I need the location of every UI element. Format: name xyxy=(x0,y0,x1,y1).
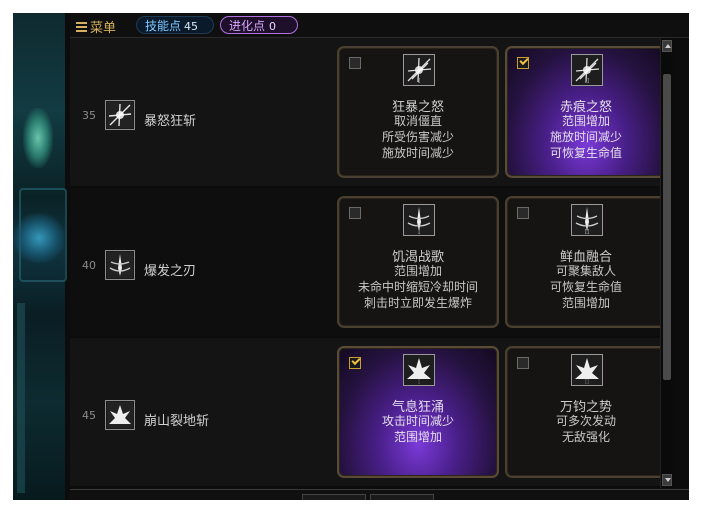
slash-burst-icon: I xyxy=(403,54,435,86)
hamburger-icon xyxy=(76,21,87,32)
evolution-effect: 可聚集敌人 xyxy=(555,264,616,278)
evolution-effect: 无敌强化 xyxy=(561,430,610,444)
skill-points-badge: 技能点 45 xyxy=(136,16,214,34)
skill-points-label: 技能点 xyxy=(145,19,182,33)
ground-smash-icon: II xyxy=(571,354,603,386)
ground-smash-icon: I xyxy=(403,354,435,386)
evolution-effect: 可恢复生命值 xyxy=(549,146,622,160)
blade-eruption-icon: II xyxy=(571,204,603,236)
evolution-checkbox-checked[interactable] xyxy=(349,357,361,369)
vertical-scrollbar[interactable] xyxy=(660,38,673,488)
skill-level: 45 xyxy=(82,409,96,422)
evolution-points-label: 进化点 xyxy=(229,19,266,33)
svg-text:I: I xyxy=(418,78,421,85)
evolution-card[interactable]: I 饥渴战歌 范围增加 未命中时缩短冷却时间 刺击时立即发生爆炸 xyxy=(337,196,499,328)
slash-burst-icon: II xyxy=(571,54,603,86)
evolution-checkbox[interactable] xyxy=(517,207,529,219)
evolution-effect: 刺击时立即发生爆炸 xyxy=(363,296,472,310)
top-bar: 菜单 技能点 45 进化点 0 xyxy=(70,13,689,38)
skill-name: 暴怒狂斩 xyxy=(144,114,197,129)
evolution-effect: 范围增加 xyxy=(393,430,442,444)
evolution-card-selected[interactable]: II 赤痕之怒 范围增加 施放时间减少 可恢复生命值 xyxy=(505,46,660,178)
svg-text:II: II xyxy=(585,379,590,385)
bottom-tab[interactable] xyxy=(302,494,366,500)
ground-smash-icon[interactable] xyxy=(105,400,135,430)
skill-level: 35 xyxy=(82,109,96,122)
evolution-card[interactable]: I 狂暴之怒 取消僵直 所受伤害减少 施放时间减少 xyxy=(337,46,499,178)
blade-eruption-icon: I xyxy=(403,204,435,236)
bottom-tab[interactable] xyxy=(370,494,434,500)
menu-label: 菜单 xyxy=(90,21,117,36)
evolution-effect: 范围增加 xyxy=(561,296,610,310)
evolution-effect: 可恢复生命值 xyxy=(549,280,622,294)
scroll-thumb[interactable] xyxy=(663,74,671,380)
evolution-effect: 范围增加 xyxy=(393,264,442,278)
skill-name: 崩山裂地斩 xyxy=(144,414,210,429)
skill-row: 35 暴怒狂斩 I 狂暴之怒 取消僵直 所受伤害减少 施放时间减少 II 赤痕之… xyxy=(70,38,660,186)
bottom-bar xyxy=(70,489,689,500)
evolution-card[interactable]: II 鲜血融合 可聚集敌人 可恢复生命值 范围增加 xyxy=(505,196,660,328)
svg-text:I: I xyxy=(418,229,421,235)
evolution-effect: 攻击时间减少 xyxy=(381,414,454,428)
skill-row: 40 爆发之刃 I 饥渴战歌 范围增加 未命中时缩短冷却时间 刺击时立即发生爆炸… xyxy=(70,188,660,336)
blade-eruption-icon[interactable] xyxy=(105,250,135,280)
skill-points-value: 45 xyxy=(184,20,199,33)
svg-text:II: II xyxy=(585,229,590,235)
evolution-points-badge: 进化点 0 xyxy=(220,16,298,34)
evolution-list: 35 暴怒狂斩 I 狂暴之怒 取消僵直 所受伤害减少 施放时间减少 II 赤痕之… xyxy=(70,38,660,488)
menu-button[interactable]: 菜单 xyxy=(76,17,116,36)
evolution-checkbox[interactable] xyxy=(349,207,361,219)
scroll-up-button[interactable] xyxy=(662,40,672,52)
svg-text:I: I xyxy=(418,379,421,385)
background-scene xyxy=(13,13,67,500)
evolution-effect: 可多次发动 xyxy=(555,414,616,428)
evolution-checkbox[interactable] xyxy=(349,57,361,69)
evolution-effect: 施放时间减少 xyxy=(549,130,622,144)
slash-burst-icon[interactable] xyxy=(105,100,135,130)
evolution-card[interactable]: II 万钧之势 可多次发动 无敌强化 xyxy=(505,346,660,478)
skill-level: 40 xyxy=(82,259,96,272)
skill-name: 爆发之刃 xyxy=(144,264,197,279)
evolution-points-value: 0 xyxy=(269,20,277,33)
scroll-down-button[interactable] xyxy=(662,474,672,486)
evolution-checkbox[interactable] xyxy=(517,357,529,369)
svg-text:II: II xyxy=(585,78,590,85)
evolution-effect: 所受伤害减少 xyxy=(381,130,454,144)
evolution-checkbox-checked[interactable] xyxy=(517,57,529,69)
evolution-effect: 施放时间减少 xyxy=(381,146,454,160)
skill-row: 45 崩山裂地斩 I 气息狂涌 攻击时间减少 范围增加 II 万钧之势 可多次发… xyxy=(70,338,660,486)
evolution-effect: 未命中时缩短冷却时间 xyxy=(357,280,478,294)
evolution-card-selected[interactable]: I 气息狂涌 攻击时间减少 范围增加 xyxy=(337,346,499,478)
evolution-effect: 取消僵直 xyxy=(393,114,442,128)
evolution-effect: 范围增加 xyxy=(561,114,610,128)
game-window: 菜单 技能点 45 进化点 0 35 暴怒狂斩 I 狂暴之怒 取消僵直 所受伤害减少 xyxy=(13,13,689,500)
